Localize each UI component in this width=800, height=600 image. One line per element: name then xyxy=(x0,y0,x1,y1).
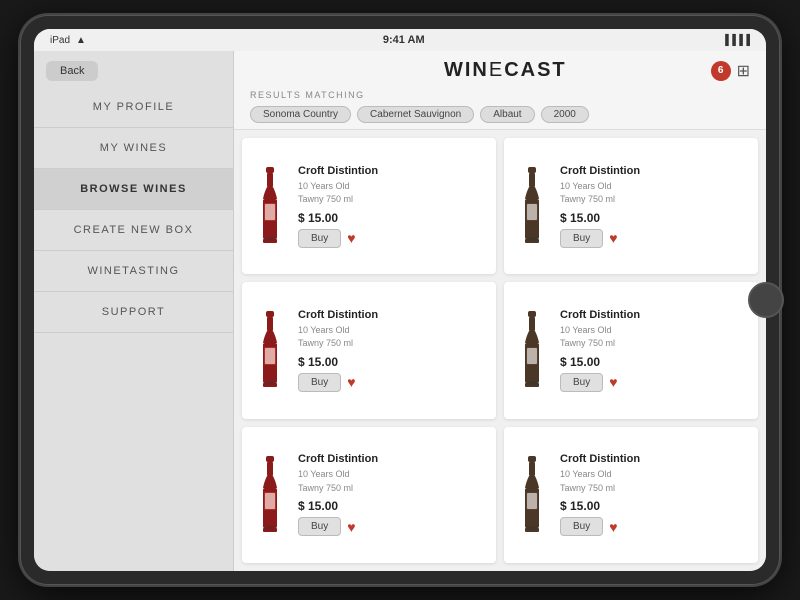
back-button[interactable]: Back xyxy=(46,61,98,81)
sidebar-item-create-new-box[interactable]: CREATE NEW BOX xyxy=(34,210,233,251)
wine-card: Croft Distintion 10 Years Old Tawny 750 … xyxy=(242,427,496,563)
wine-bottle-image xyxy=(514,166,550,246)
wine-info: Croft Distintion 10 Years Old Tawny 750 … xyxy=(298,309,486,392)
wine-size: Tawny 750 ml xyxy=(560,193,748,207)
ipad-screen: iPad ▲ 9:41 AM ▐▐▐▐ Back MY PROFILE MY W… xyxy=(34,29,766,571)
status-time: 9:41 AM xyxy=(383,34,425,46)
wine-card: Croft Distintion 10 Years Old Tawny 750 … xyxy=(242,282,496,418)
filter-tag-cabernet[interactable]: Cabernet Sauvignon xyxy=(357,106,474,123)
wine-size: Tawny 750 ml xyxy=(560,337,748,351)
favorite-button[interactable]: ♥ xyxy=(609,519,617,535)
wine-info: Croft Distintion 10 Years Old Tawny 750 … xyxy=(560,453,748,536)
sidebar-item-browse-wines[interactable]: BROWSE WINES xyxy=(34,169,233,210)
wine-name: Croft Distintion xyxy=(298,165,486,177)
app-title: WINECAST xyxy=(300,59,711,82)
wine-card: Croft Distintion 10 Years Old Tawny 750 … xyxy=(504,138,758,274)
sidebar-item-winetasting[interactable]: WINETASTING xyxy=(34,251,233,292)
cart-area[interactable]: 6 ⊞ xyxy=(711,61,750,81)
wine-price: $ 15.00 xyxy=(298,211,486,225)
sidebar-item-support[interactable]: SUPPORT xyxy=(34,292,233,333)
buy-button[interactable]: Buy xyxy=(298,373,341,392)
content-area: WINECAST 6 ⊞ RESULTS MATCHING Sonoma Cou… xyxy=(234,51,766,571)
wine-age: 10 Years Old xyxy=(298,324,486,338)
cart-badge: 6 xyxy=(711,61,731,81)
wine-name: Croft Distintion xyxy=(298,309,486,321)
wine-actions: Buy ♥ xyxy=(298,373,486,392)
wine-name: Croft Distintion xyxy=(298,453,486,465)
wine-actions: Buy ♥ xyxy=(298,517,486,536)
status-right: ▐▐▐▐ xyxy=(722,35,750,46)
wine-card: Croft Distintion 10 Years Old Tawny 750 … xyxy=(504,427,758,563)
wine-size: Tawny 750 ml xyxy=(560,482,748,496)
status-left: iPad ▲ xyxy=(50,35,86,46)
cart-icon: ⊞ xyxy=(737,61,750,81)
wine-name: Croft Distintion xyxy=(560,309,748,321)
filter-tag-year[interactable]: 2000 xyxy=(541,106,589,123)
wine-age: 10 Years Old xyxy=(298,180,486,194)
wine-actions: Buy ♥ xyxy=(298,229,486,248)
filter-tag-sonoma[interactable]: Sonoma Country xyxy=(250,106,351,123)
content-header: WINECAST 6 ⊞ RESULTS MATCHING Sonoma Cou… xyxy=(234,51,766,130)
wine-age: 10 Years Old xyxy=(298,468,486,482)
wine-bottle-image xyxy=(252,310,288,390)
home-button[interactable] xyxy=(748,282,784,318)
wine-info: Croft Distintion 10 Years Old Tawny 750 … xyxy=(560,309,748,392)
wine-age: 10 Years Old xyxy=(560,468,748,482)
wine-size: Tawny 750 ml xyxy=(298,482,486,496)
wine-actions: Buy ♥ xyxy=(560,517,748,536)
buy-button[interactable]: Buy xyxy=(560,517,603,536)
wine-bottle-image xyxy=(252,166,288,246)
ipad-frame: iPad ▲ 9:41 AM ▐▐▐▐ Back MY PROFILE MY W… xyxy=(20,15,780,585)
favorite-button[interactable]: ♥ xyxy=(347,230,355,246)
wine-card: Croft Distintion 10 Years Old Tawny 750 … xyxy=(504,282,758,418)
wine-size: Tawny 750 ml xyxy=(298,337,486,351)
wine-actions: Buy ♥ xyxy=(560,373,748,392)
app-title-bar: WINECAST 6 ⊞ xyxy=(250,59,750,82)
wine-bottle-image xyxy=(252,455,288,535)
favorite-button[interactable]: ♥ xyxy=(347,519,355,535)
wine-price: $ 15.00 xyxy=(298,499,486,513)
wine-size: Tawny 750 ml xyxy=(298,193,486,207)
favorite-button[interactable]: ♥ xyxy=(609,374,617,390)
device-label: iPad xyxy=(50,35,70,46)
wine-price: $ 15.00 xyxy=(560,499,748,513)
wine-actions: Buy ♥ xyxy=(560,229,748,248)
wine-info: Croft Distintion 10 Years Old Tawny 750 … xyxy=(298,165,486,248)
filter-tags: Sonoma Country Cabernet Sauvignon Albaut… xyxy=(250,106,750,123)
wine-age: 10 Years Old xyxy=(560,180,748,194)
buy-button[interactable]: Buy xyxy=(298,517,341,536)
wine-bottle-image xyxy=(514,310,550,390)
favorite-button[interactable]: ♥ xyxy=(609,230,617,246)
main-area: Back MY PROFILE MY WINES BROWSE WINES CR… xyxy=(34,51,766,571)
filter-tag-albaut[interactable]: Albaut xyxy=(480,106,534,123)
sidebar-item-my-profile[interactable]: MY PROFILE xyxy=(34,87,233,128)
sidebar: Back MY PROFILE MY WINES BROWSE WINES CR… xyxy=(34,51,234,571)
wine-info: Croft Distintion 10 Years Old Tawny 750 … xyxy=(298,453,486,536)
wifi-icon: ▲ xyxy=(76,35,86,46)
buy-button[interactable]: Buy xyxy=(298,229,341,248)
results-label: RESULTS MATCHING xyxy=(250,90,750,100)
wine-grid: Croft Distintion 10 Years Old Tawny 750 … xyxy=(234,130,766,571)
wine-price: $ 15.00 xyxy=(560,211,748,225)
buy-button[interactable]: Buy xyxy=(560,373,603,392)
favorite-button[interactable]: ♥ xyxy=(347,374,355,390)
wine-price: $ 15.00 xyxy=(560,355,748,369)
wine-name: Croft Distintion xyxy=(560,453,748,465)
buy-button[interactable]: Buy xyxy=(560,229,603,248)
wine-card: Croft Distintion 10 Years Old Tawny 750 … xyxy=(242,138,496,274)
wine-info: Croft Distintion 10 Years Old Tawny 750 … xyxy=(560,165,748,248)
wine-name: Croft Distintion xyxy=(560,165,748,177)
wine-price: $ 15.00 xyxy=(298,355,486,369)
sidebar-item-my-wines[interactable]: MY WINES xyxy=(34,128,233,169)
status-bar: iPad ▲ 9:41 AM ▐▐▐▐ xyxy=(34,29,766,51)
wine-age: 10 Years Old xyxy=(560,324,748,338)
wine-bottle-image xyxy=(514,455,550,535)
